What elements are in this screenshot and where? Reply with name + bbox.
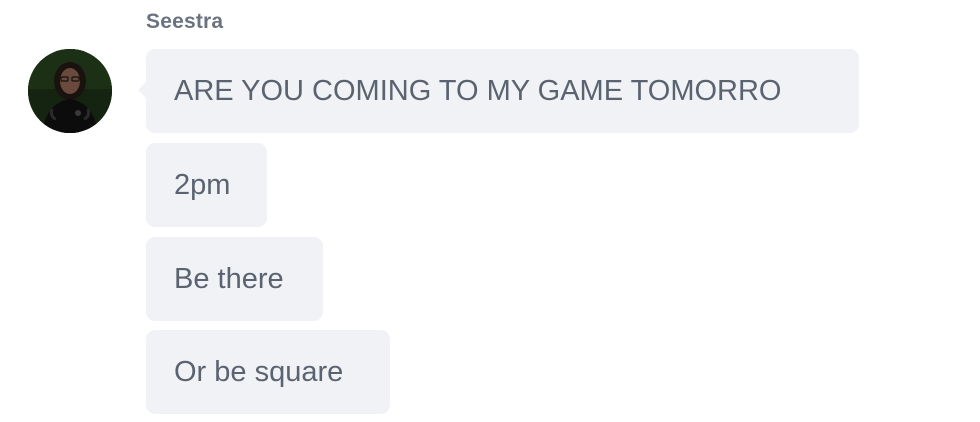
message-bubble[interactable]: 2pm <box>146 143 267 227</box>
message-bubble[interactable]: ARE YOU COMING TO MY GAME TOMORRO <box>138 49 859 133</box>
message-bubble[interactable]: Or be square <box>146 330 390 414</box>
avatar[interactable] <box>28 49 112 133</box>
message-bubble[interactable]: Be there <box>146 237 323 321</box>
sender-name[interactable]: Seestra <box>146 10 223 34</box>
message-text: 2pm <box>174 168 231 201</box>
avatar-image <box>28 49 112 133</box>
message-text: Be there <box>174 262 284 295</box>
message-text: ARE YOU COMING TO MY GAME TOMORRO <box>174 74 782 107</box>
message-text: Or be square <box>174 355 344 388</box>
